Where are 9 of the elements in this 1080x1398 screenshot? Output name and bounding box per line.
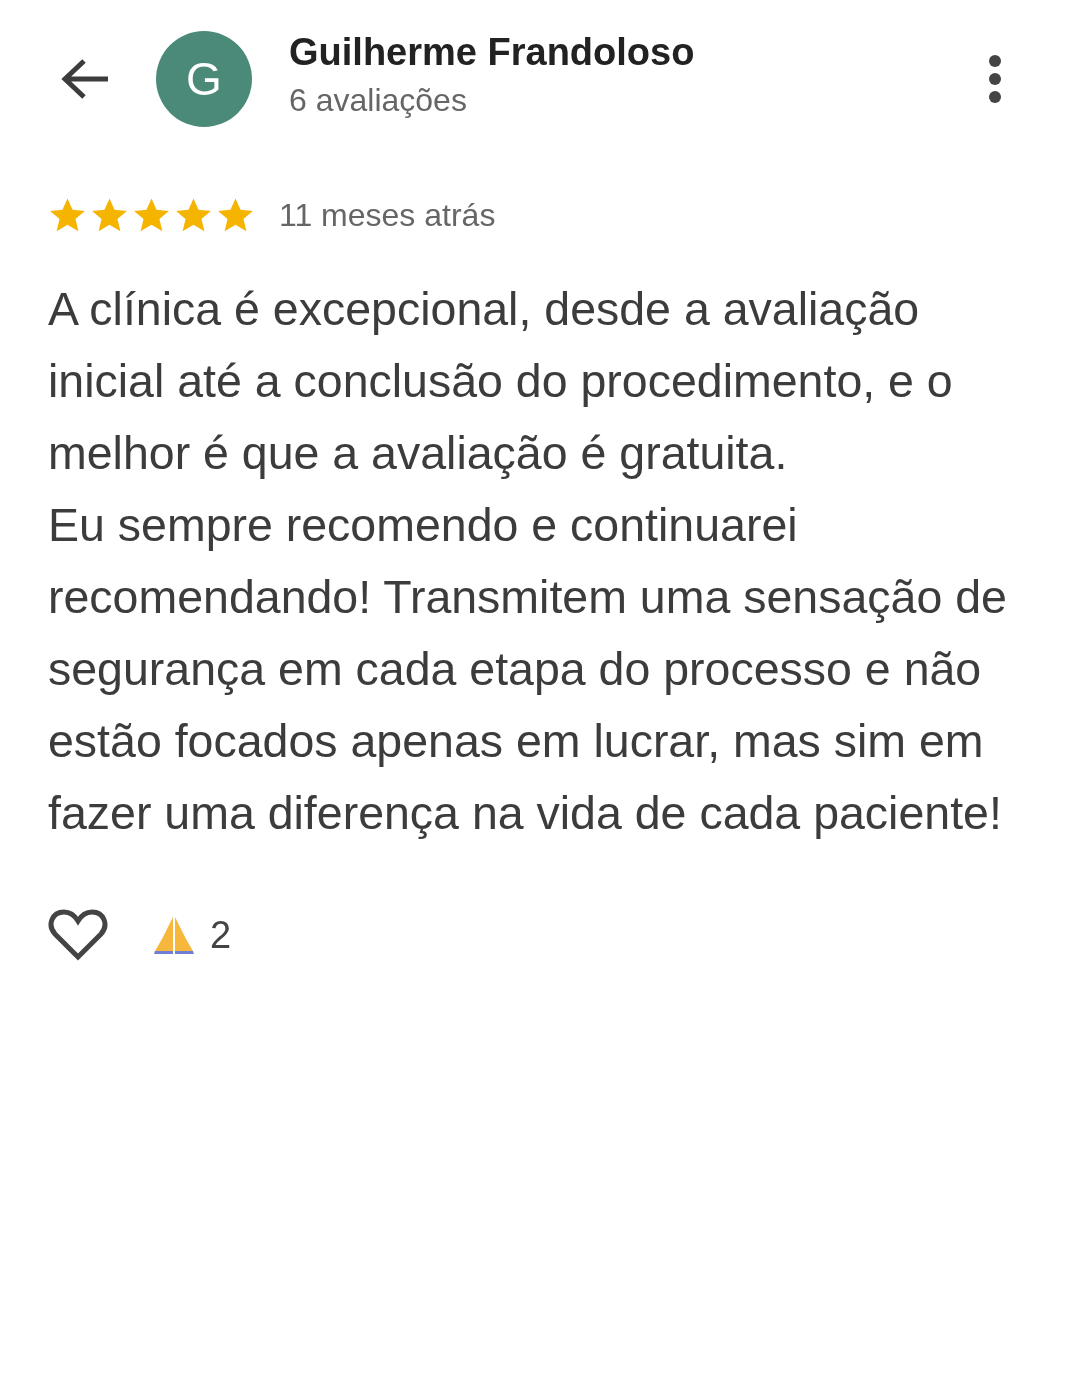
avatar: G: [156, 31, 252, 127]
more-options-icon[interactable]: [988, 54, 1002, 104]
reviewer-name: Guilherme Frandoloso: [289, 31, 696, 74]
back-icon[interactable]: [60, 57, 110, 101]
review-count: 6 avaliações: [289, 82, 468, 119]
reaction-count: 2: [210, 913, 232, 957]
review-text: A clínica é excepcional, desde a avaliação inicial até a conclusão do procedimento, e o melhor é que a avaliação é gratuita. Eu sempre recomendo e continuarei recomendando! Transmitem uma sensação de segurança em cada etapa do processo e não estão focados apenas em lucrar, mas sim em fazer uma diferença na vida de cada paciente!: [48, 282, 1008, 841]
review-time: 11 meses atrás: [279, 197, 496, 234]
heart-icon[interactable]: [48, 909, 108, 961]
